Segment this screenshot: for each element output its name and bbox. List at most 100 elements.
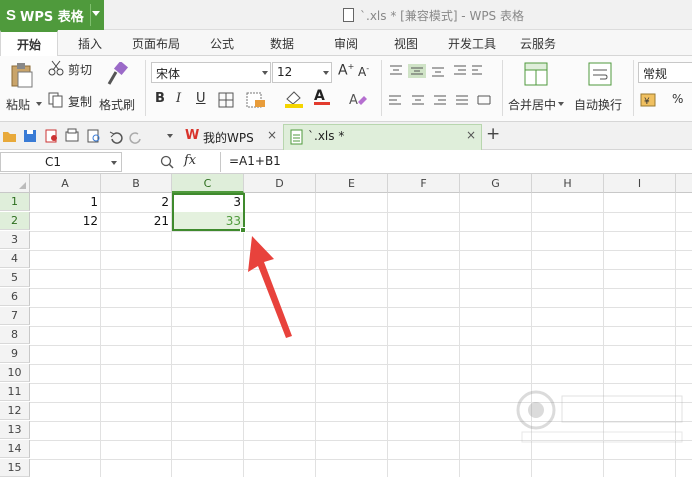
increase-font-size-icon[interactable]: A+	[338, 62, 354, 79]
insert-function-button[interactable]: fx	[184, 153, 196, 168]
cut-button[interactable]: 剪切	[48, 60, 96, 80]
column-header-f[interactable]: F	[388, 174, 460, 193]
zoom-search-icon[interactable]	[160, 155, 174, 169]
wps-menu-button[interactable]: S WPS 表格	[0, 0, 104, 30]
cell-b1[interactable]: 2	[101, 193, 172, 211]
gridline	[30, 250, 692, 251]
quick-access-icons[interactable]	[2, 128, 162, 144]
decrease-font-size-icon[interactable]: A-	[358, 64, 369, 79]
ribbon-separator	[381, 60, 382, 116]
ribbon-separator	[145, 60, 146, 116]
format-painter-button[interactable]: 格式刷	[98, 58, 138, 118]
cell-c2[interactable]: 33	[172, 212, 244, 230]
percent-format-button[interactable]: %	[672, 92, 683, 106]
tab-start[interactable]: 开始	[0, 30, 58, 57]
font-color-icon[interactable]: A	[314, 88, 330, 105]
merge-center-label: 合并居中	[508, 98, 557, 112]
copy-icon	[48, 92, 63, 108]
ribbon-separator	[502, 60, 503, 116]
vertical-align-icons[interactable]	[388, 64, 484, 78]
gridline	[171, 193, 172, 477]
close-icon[interactable]: ×	[267, 128, 277, 142]
italic-button[interactable]: I	[176, 91, 181, 106]
svg-text:¥: ¥	[644, 97, 650, 107]
row-header-2[interactable]: 2	[0, 212, 30, 230]
name-box[interactable]: C1	[0, 152, 122, 172]
horizontal-align-icons[interactable]	[388, 94, 498, 108]
row-header-6[interactable]: 6	[0, 288, 30, 306]
customize-toolbar-chevron-icon[interactable]	[167, 134, 173, 138]
column-header-g[interactable]: G	[460, 174, 532, 193]
doc-tab-my-wps[interactable]: W 我的WPS ×	[181, 125, 281, 149]
paste-label: 粘贴	[6, 98, 31, 112]
gridline	[30, 383, 692, 384]
red-arrow-annotation-icon	[248, 236, 292, 338]
tab-view[interactable]: 视图	[394, 35, 418, 52]
copy-button[interactable]: 复制	[48, 92, 96, 112]
cell-c1[interactable]: 3	[172, 193, 244, 211]
row-header-8[interactable]: 8	[0, 326, 30, 344]
tab-developer[interactable]: 开发工具	[448, 35, 496, 52]
currency-format-icon[interactable]: ¥	[640, 92, 662, 108]
number-format-select[interactable]: 常规	[638, 62, 692, 83]
bold-button[interactable]: B	[155, 91, 165, 106]
clear-format-icon[interactable]: A	[348, 90, 368, 108]
wrap-text-button[interactable]: 自动换行	[572, 58, 628, 118]
wps-w-icon: W	[185, 128, 200, 143]
tab-cloud-service[interactable]: 云服务	[520, 35, 556, 52]
row-header-11[interactable]: 11	[0, 383, 30, 401]
row-header-3[interactable]: 3	[0, 231, 30, 249]
column-header-h[interactable]: H	[532, 174, 604, 193]
underline-button[interactable]: U	[196, 91, 206, 106]
row-header-7[interactable]: 7	[0, 307, 30, 325]
merge-center-button[interactable]: 合并居中	[506, 58, 568, 118]
row-header-13[interactable]: 13	[0, 421, 30, 439]
row-header-1[interactable]: 1	[0, 193, 30, 211]
sogou-watermark-logo-icon	[516, 390, 683, 443]
row-header-14[interactable]: 14	[0, 440, 30, 458]
doc-tab-xls[interactable]: `.xls * ×	[283, 124, 482, 150]
wrap-text-label: 自动换行	[574, 98, 623, 112]
wps-logo-icon: S	[6, 6, 17, 24]
cell-b2[interactable]: 21	[101, 212, 172, 230]
column-header-d[interactable]: D	[244, 174, 316, 193]
tab-page-layout[interactable]: 页面布局	[132, 35, 180, 52]
fill-color-icon[interactable]	[284, 90, 306, 108]
title-bar: S WPS 表格 `.xls * [兼容模式] - WPS 表格	[0, 0, 692, 30]
borders-icon[interactable]	[218, 92, 236, 108]
scissors-icon	[48, 60, 64, 76]
tab-insert[interactable]: 插入	[78, 35, 102, 52]
column-header-e[interactable]: E	[316, 174, 388, 193]
column-header-a[interactable]: A	[30, 174, 101, 193]
gridline	[459, 193, 460, 477]
row-header-9[interactable]: 9	[0, 345, 30, 363]
tab-review[interactable]: 审阅	[334, 35, 358, 52]
font-size-select[interactable]: 12	[272, 62, 332, 83]
paste-icon	[11, 63, 33, 88]
column-header-c[interactable]: C	[172, 174, 244, 193]
column-header-i[interactable]: I	[604, 174, 676, 193]
cell-a1[interactable]: 1	[30, 193, 101, 211]
select-all-corner[interactable]	[0, 174, 30, 193]
new-tab-button[interactable]: +	[486, 124, 500, 144]
column-header-b[interactable]: B	[101, 174, 172, 193]
row-header-10[interactable]: 10	[0, 364, 30, 382]
copy-label: 复制	[68, 95, 93, 109]
chevron-down-icon	[262, 71, 268, 75]
cell-a2[interactable]: 12	[30, 212, 101, 230]
row-header-15[interactable]: 15	[0, 459, 30, 477]
column-header-overflow	[676, 174, 692, 193]
cell-style-icon[interactable]	[246, 92, 268, 108]
row-header-5[interactable]: 5	[0, 269, 30, 287]
tab-data[interactable]: 数据	[270, 35, 294, 52]
formula-input[interactable]: =A1+B1	[220, 152, 692, 172]
paste-button[interactable]: 粘贴	[4, 58, 44, 118]
gridline	[30, 459, 692, 460]
gridline	[30, 269, 692, 270]
close-icon[interactable]: ×	[466, 128, 476, 142]
row-header-4[interactable]: 4	[0, 250, 30, 268]
font-name-select[interactable]: 宋体	[151, 62, 271, 83]
row-header-12[interactable]: 12	[0, 402, 30, 420]
logo-separator	[90, 4, 91, 26]
tab-formulas[interactable]: 公式	[210, 35, 234, 52]
